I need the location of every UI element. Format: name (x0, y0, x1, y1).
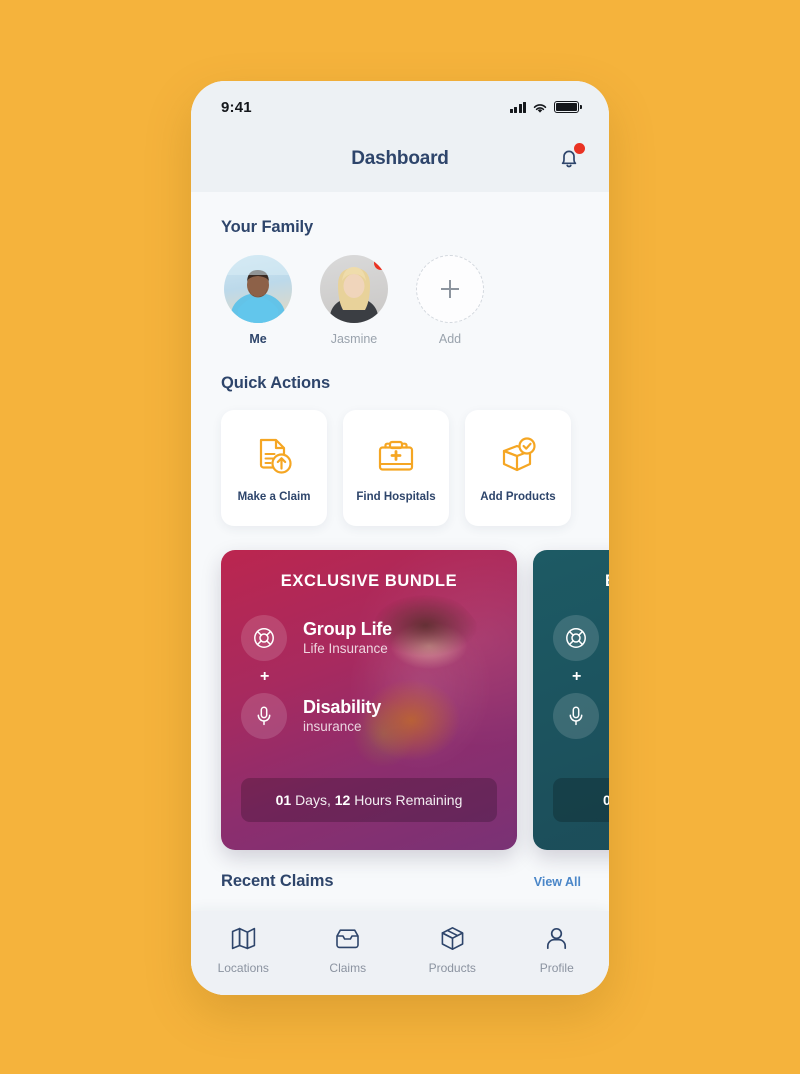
status-indicators (509, 101, 582, 113)
family-member-jasmine[interactable]: Jasmine (317, 255, 391, 346)
bundle-product-subtitle: Life Insurance (303, 641, 388, 657)
notification-badge-dot (574, 142, 585, 154)
bundle-product-row: Group Life Life Insurance (553, 615, 609, 661)
family-add-label: Add (438, 332, 462, 346)
wifi-icon (532, 101, 548, 113)
medical-kit-icon (378, 440, 414, 471)
bundle-title: EXCLUSIVE BUNDLE (280, 572, 458, 590)
bundle-product-subtitle: insurance (303, 719, 362, 735)
tab-label: Claims (329, 961, 367, 975)
your-family-section: Your Family Me Jasmine Add (191, 192, 609, 346)
add-circle (416, 255, 484, 323)
box-check-icon (502, 436, 536, 471)
bundle-combine-symbol: + (572, 668, 582, 685)
bundle-product-name: Group Life (303, 618, 392, 639)
countdown-hours-value: 12 (334, 792, 351, 808)
phone-frame: 9:41 Dashboard Your Family Me Jasmine Ad… (191, 81, 609, 995)
recent-claims-section: Recent Claims View All (191, 872, 609, 891)
countdown-days-label: Days, (295, 792, 331, 808)
tab-profile[interactable]: Profile (505, 925, 610, 975)
tab-claims[interactable]: Claims (296, 925, 401, 975)
tab-label: Products (428, 961, 476, 975)
status-bar: 9:41 (191, 81, 609, 125)
bundle-countdown: 01 Days, 12 Hours Remaining (553, 778, 609, 822)
tab-label: Locations (217, 961, 269, 975)
bundle-title: EXCLUSIVE BUNDLE (553, 572, 609, 591)
life-ring-icon (241, 615, 287, 661)
bundle-product-row: Group Life Life Insurance (241, 615, 497, 661)
avatar-badge-dot (374, 256, 388, 270)
bundle-countdown-text: 01 Days, 12 Hours Remaining (603, 792, 609, 808)
map-icon (231, 927, 255, 950)
quick-actions-section: Quick Actions Make a Claim Find Hospital… (191, 346, 609, 526)
inbox-icon (336, 929, 360, 949)
quick-actions-list: Make a Claim Find Hospitals Add Products (221, 410, 609, 526)
quick-action-label: Make a Claim (237, 490, 311, 503)
family-member-label: Jasmine (330, 332, 378, 346)
family-add-member-button[interactable]: Add (413, 255, 487, 346)
bottom-tab-bar: Locations Claims Products Profile (191, 911, 609, 995)
bundle-product-name: Disability (303, 696, 382, 717)
notification-bell-button[interactable] (554, 142, 585, 174)
view-all-link[interactable]: View All (534, 875, 581, 889)
bundle-product-row: Disability insurance (553, 693, 609, 739)
document-upload-icon (259, 438, 292, 474)
your-family-heading: Your Family (221, 218, 314, 236)
countdown-days-value: 01 (603, 792, 609, 808)
battery-full-icon (554, 101, 582, 113)
tab-locations[interactable]: Locations (191, 925, 296, 975)
bundle-carousel[interactable]: EXCLUSIVE BUNDLE Group Life Life Insuran… (191, 550, 609, 850)
bundle-countdown-text: 01 Days, 12 Hours Remaining (276, 792, 463, 808)
bundle-card-pink[interactable]: EXCLUSIVE BUNDLE Group Life Life Insuran… (221, 550, 517, 850)
person-icon (547, 927, 567, 950)
quick-action-find-hospitals[interactable]: Find Hospitals (343, 410, 449, 526)
dashboard-scroll-area: Your Family Me Jasmine Add Quick Actions… (191, 192, 609, 995)
bundle-product-row: Disability insurance (241, 693, 497, 739)
bundle-products: Group Life Life Insurance + (553, 615, 609, 739)
bundle-countdown: 01 Days, 12 Hours Remaining (241, 778, 497, 822)
countdown-days-value: 01 (275, 792, 292, 808)
app-header: Dashboard (191, 125, 609, 192)
bundle-card-teal[interactable]: EXCLUSIVE BUNDLE Group Life Life (533, 550, 609, 850)
status-time: 9:41 (221, 98, 252, 116)
microphone-icon (241, 693, 287, 739)
recent-claims-heading: Recent Claims (221, 872, 334, 890)
bundle-products: Group Life Life Insurance + (241, 615, 497, 739)
bundle-combine-symbol: + (260, 668, 270, 685)
quick-action-label: Find Hospitals (356, 490, 436, 503)
box-icon (441, 927, 464, 950)
page-title: Dashboard (351, 147, 449, 169)
avatar (320, 255, 388, 323)
quick-action-add-products[interactable]: Add Products (465, 410, 571, 526)
life-ring-icon (553, 615, 599, 661)
quick-action-label: Add Products (480, 490, 556, 503)
family-member-me[interactable]: Me (221, 255, 295, 346)
tab-products[interactable]: Products (400, 925, 505, 975)
quick-actions-heading: Quick Actions (221, 374, 331, 392)
quick-action-make-a-claim[interactable]: Make a Claim (221, 410, 327, 526)
family-member-label: Me (249, 332, 267, 346)
plus-icon (441, 280, 459, 298)
tab-label: Profile (539, 961, 574, 975)
cellular-signal-icon (509, 101, 526, 113)
avatar (224, 255, 292, 323)
microphone-icon (553, 693, 599, 739)
countdown-hours-label: Hours Remaining (354, 792, 463, 808)
family-avatar-list: Me Jasmine Add (221, 255, 609, 346)
